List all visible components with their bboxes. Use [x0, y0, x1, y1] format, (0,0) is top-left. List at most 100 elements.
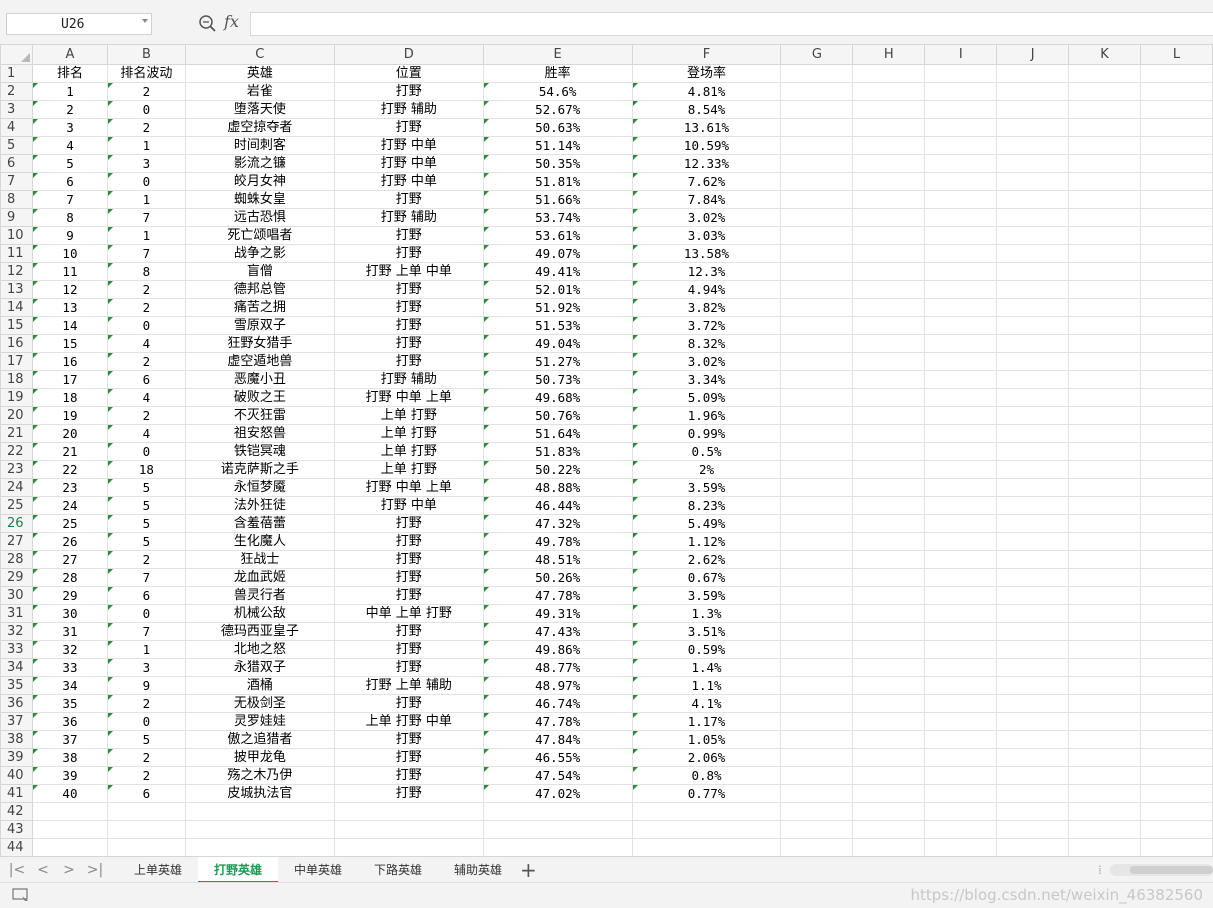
cell[interactable] [924, 586, 998, 605]
row-header[interactable]: 8 [0, 190, 33, 209]
cell[interactable]: 10.59% [631, 136, 782, 155]
cell[interactable] [1140, 550, 1213, 569]
row-header[interactable]: 31 [0, 604, 33, 623]
cell[interactable]: 打野 [333, 334, 484, 353]
cell[interactable]: 1.05% [631, 730, 782, 749]
cell[interactable] [852, 424, 926, 443]
cell[interactable] [1068, 100, 1142, 119]
cell[interactable]: 堕落天使 [184, 100, 335, 119]
cell[interactable] [924, 280, 998, 299]
cell[interactable]: 50.73% [482, 370, 633, 389]
cell[interactable]: 7.84% [631, 190, 782, 209]
cell[interactable]: 2 [106, 550, 186, 569]
cell[interactable] [996, 496, 1070, 515]
cell[interactable]: 47.78% [482, 586, 633, 605]
cell[interactable] [780, 568, 854, 587]
column-header[interactable]: D [333, 44, 484, 65]
cell[interactable] [631, 820, 782, 839]
cell[interactable] [924, 100, 998, 119]
cell[interactable]: 上单 打野 [333, 442, 484, 461]
cell[interactable]: 皎月女神 [184, 172, 335, 191]
cell[interactable] [996, 766, 1070, 785]
cell[interactable] [1140, 604, 1213, 623]
cell[interactable] [780, 694, 854, 713]
cell[interactable]: 10 [31, 244, 108, 263]
cell[interactable] [780, 118, 854, 137]
row-header[interactable]: 12 [0, 262, 33, 281]
cell[interactable] [780, 784, 854, 803]
cell[interactable]: 49.86% [482, 640, 633, 659]
cell[interactable] [924, 352, 998, 371]
cell[interactable] [852, 244, 926, 263]
cell[interactable] [996, 352, 1070, 371]
cell[interactable] [996, 622, 1070, 641]
cell[interactable]: 3.82% [631, 298, 782, 317]
cell[interactable] [852, 838, 926, 856]
cell[interactable] [1068, 748, 1142, 767]
cell[interactable] [996, 118, 1070, 137]
cell[interactable] [924, 208, 998, 227]
cell[interactable] [1068, 460, 1142, 479]
cell[interactable] [1140, 406, 1213, 425]
cell[interactable]: 49.68% [482, 388, 633, 407]
cell[interactable]: 机械公敌 [184, 604, 335, 623]
cell[interactable]: 打野 [333, 514, 484, 533]
cell[interactable]: 52.01% [482, 280, 633, 299]
cell[interactable] [852, 550, 926, 569]
cell[interactable]: 50.63% [482, 118, 633, 137]
cell[interactable] [780, 478, 854, 497]
cell[interactable]: 5 [106, 478, 186, 497]
cell[interactable] [1140, 478, 1213, 497]
cell[interactable]: 2 [106, 118, 186, 137]
cell[interactable]: 30 [31, 604, 108, 623]
cell[interactable]: 49.78% [482, 532, 633, 551]
cell[interactable]: 不灭狂雷 [184, 406, 335, 425]
cell[interactable] [1068, 118, 1142, 137]
cell[interactable] [924, 262, 998, 281]
cell[interactable] [1068, 640, 1142, 659]
cell[interactable] [1140, 532, 1213, 551]
cell[interactable] [852, 298, 926, 317]
cell[interactable] [996, 244, 1070, 263]
cell[interactable] [1068, 694, 1142, 713]
cell[interactable] [924, 622, 998, 641]
cell[interactable]: 50.76% [482, 406, 633, 425]
cell[interactable] [924, 118, 998, 137]
cell[interactable] [996, 478, 1070, 497]
cell[interactable]: 39 [31, 766, 108, 785]
cell[interactable] [924, 388, 998, 407]
cell[interactable] [780, 388, 854, 407]
row-header[interactable]: 33 [0, 640, 33, 659]
cell[interactable] [852, 370, 926, 389]
row-header[interactable]: 26 [0, 514, 33, 533]
cell[interactable] [1068, 262, 1142, 281]
cell[interactable]: 打野 [333, 784, 484, 803]
cell[interactable] [1140, 766, 1213, 785]
cell[interactable] [996, 640, 1070, 659]
cell[interactable]: 打野 上单 辅助 [333, 676, 484, 695]
cell[interactable]: 36 [31, 712, 108, 731]
cell[interactable]: 12.33% [631, 154, 782, 173]
cell[interactable] [996, 82, 1070, 101]
cell[interactable]: 6 [31, 172, 108, 191]
cell[interactable]: 打野 [333, 352, 484, 371]
cell[interactable] [1068, 676, 1142, 695]
row-header[interactable]: 39 [0, 748, 33, 767]
cell[interactable] [780, 550, 854, 569]
cell[interactable]: 打野 辅助 [333, 100, 484, 119]
cell[interactable]: 狂战士 [184, 550, 335, 569]
cell[interactable] [852, 730, 926, 749]
cell[interactable] [1140, 658, 1213, 677]
cell[interactable]: 48.97% [482, 676, 633, 695]
cell[interactable]: 17 [31, 370, 108, 389]
cell[interactable] [184, 820, 335, 839]
cell[interactable]: 打野 [333, 532, 484, 551]
cell[interactable]: 3.03% [631, 226, 782, 245]
cell[interactable] [780, 226, 854, 245]
row-header[interactable]: 37 [0, 712, 33, 731]
cell[interactable] [31, 802, 108, 821]
cell[interactable] [1140, 298, 1213, 317]
cell[interactable] [996, 316, 1070, 335]
cell[interactable]: 50.35% [482, 154, 633, 173]
row-header[interactable]: 28 [0, 550, 33, 569]
